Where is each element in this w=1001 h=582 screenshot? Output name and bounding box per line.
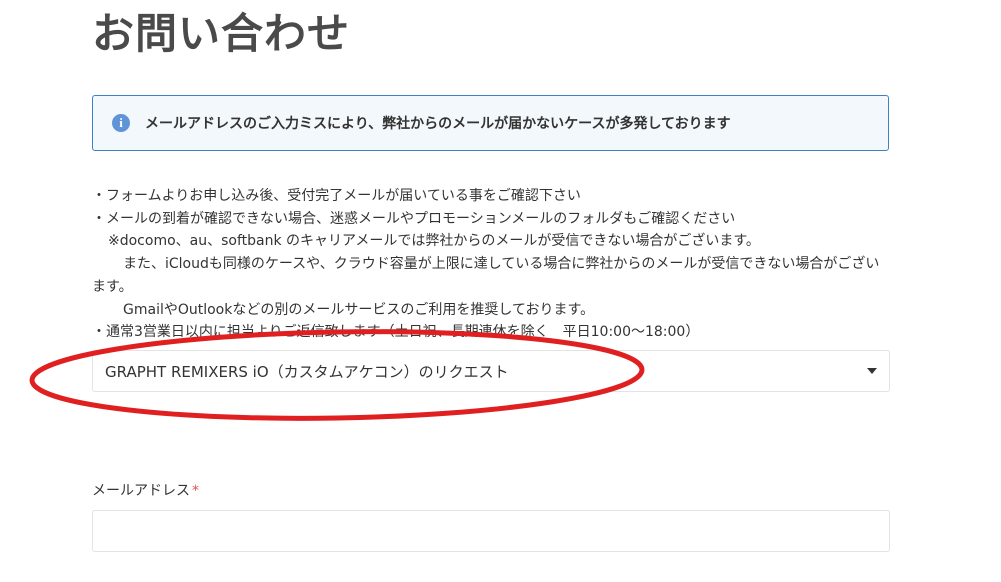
caret-down-icon[interactable] bbox=[867, 368, 877, 374]
email-label: メールアドレス * bbox=[92, 480, 199, 500]
guide-text: ・フォームよりお申し込み後、受付完了メールが届いている事をご確認下さい ・メール… bbox=[92, 185, 892, 344]
guide-line-carrier-mail: ※docomo、au、softbank のキャリアメールでは弊社からのメールが受… bbox=[108, 233, 760, 250]
notice-text: メールアドレスのご入力ミスにより、弊社からのメールが届かないケースが多発しており… bbox=[145, 116, 731, 132]
notice-banner: i メールアドレスのご入力ミスにより、弊社からのメールが届かないケースが多発して… bbox=[92, 95, 889, 151]
info-icon: i bbox=[112, 114, 130, 132]
guide-line-icloud-text: また、iCloudも同様のケースや、クラウド容量が上限に達している場合に弊社から… bbox=[92, 256, 880, 295]
inquiry-type-select[interactable]: GRAPHT REMIXERS iO（カスタムアケコン）のリクエスト bbox=[92, 350, 890, 392]
guide-line-confirm-mail: ・フォームよりお申し込み後、受付完了メールが届いている事をご確認下さい bbox=[92, 188, 581, 204]
guide-line-icloud: また、iCloudも同様のケースや、クラウド容量が上限に達している場合に弊社から… bbox=[92, 253, 892, 298]
inquiry-type-selected: GRAPHT REMIXERS iO（カスタムアケコン）のリクエスト bbox=[105, 362, 509, 381]
guide-line-reply-time: ・通常3営業日以内に担当よりご返信致します（土日祝、長期連休を除く 平日10:0… bbox=[92, 324, 700, 341]
email-label-text: メールアドレス bbox=[92, 483, 190, 499]
guide-line-recommend: GmailやOutlookなどの別のメールサービスのご利用を推奨しております。 bbox=[123, 301, 595, 318]
required-mark: * bbox=[192, 483, 199, 499]
page-title: お問い合わせ bbox=[92, 9, 351, 58]
guide-line-check-spam: ・メールの到着が確認できない場合、迷惑メールやプロモーションメールのフォルダもご… bbox=[92, 210, 736, 227]
email-input[interactable] bbox=[92, 510, 890, 552]
